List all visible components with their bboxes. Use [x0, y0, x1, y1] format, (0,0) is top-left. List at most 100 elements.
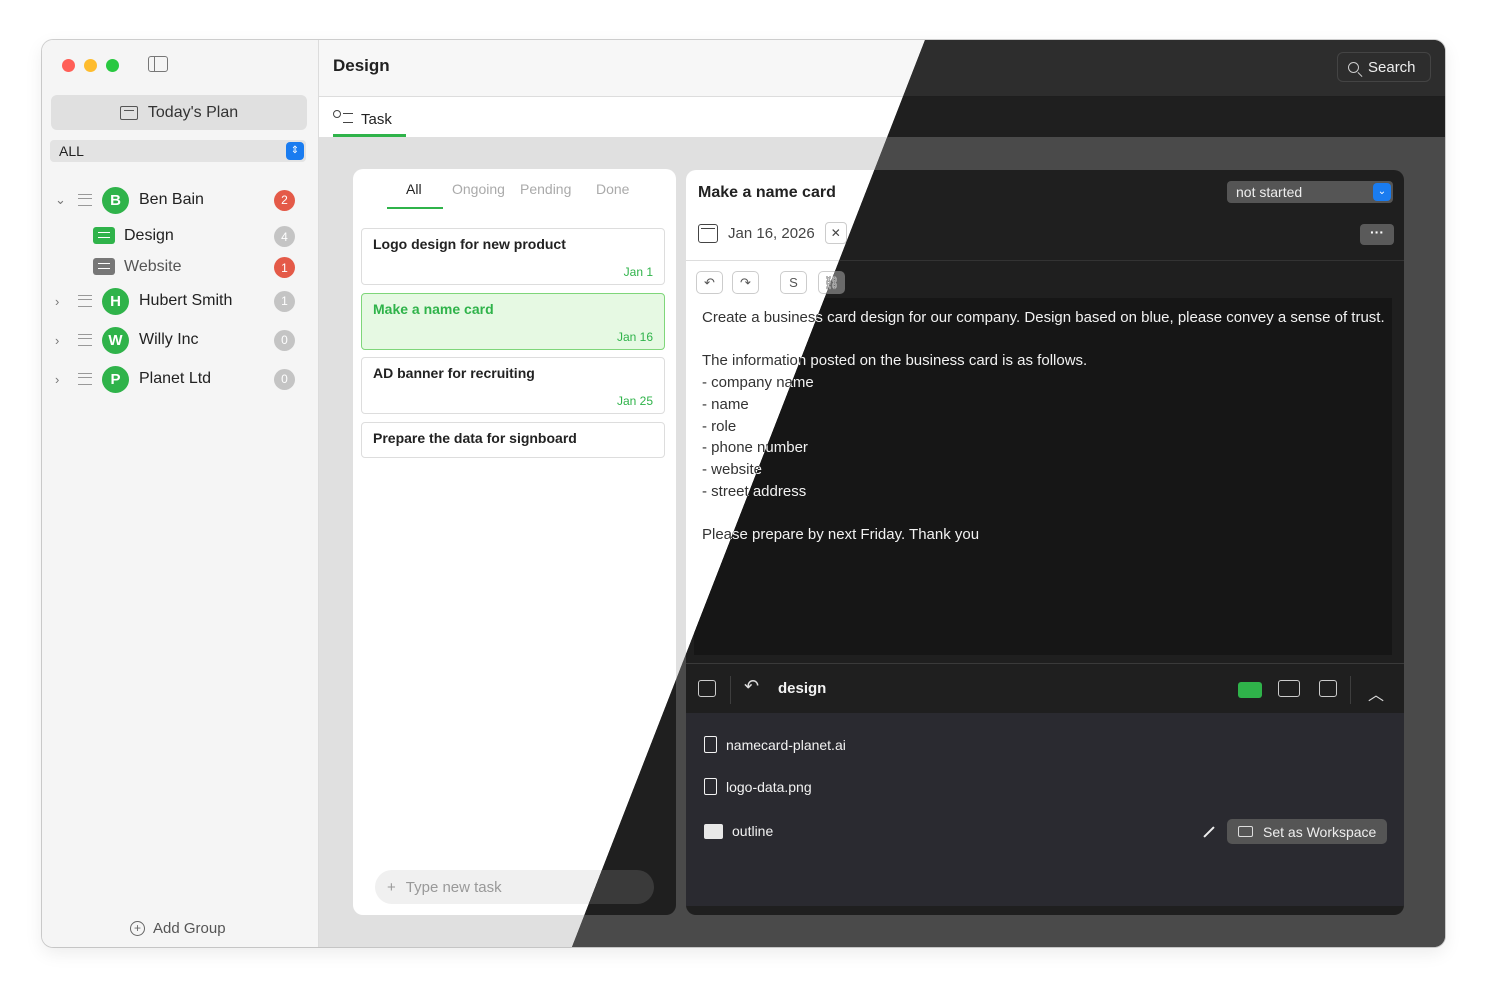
file-name: outline — [732, 823, 774, 839]
project-count-badge: 1 — [274, 257, 295, 278]
task-date: Jan 1 — [623, 265, 653, 279]
task-title: Prepare the data for signboard — [373, 430, 577, 446]
undo-button[interactable]: ↶ — [696, 271, 723, 294]
file-item[interactable]: namecard-planet.ai — [704, 736, 846, 753]
edit-pencil-icon[interactable] — [1203, 826, 1215, 838]
chevron-up-icon[interactable]: ︿ — [1368, 681, 1384, 705]
add-group-button[interactable]: + Add Group — [130, 920, 226, 937]
task-title: Make a name card — [373, 301, 494, 317]
group-filter-select[interactable]: ALL ⇕ — [50, 140, 306, 162]
status-value: not started — [1236, 184, 1303, 200]
task-list-panel: All Ongoing Pending Done Logo design for… — [353, 169, 676, 915]
sidebar-toggle-icon[interactable] — [148, 56, 168, 72]
sidebar-group-planet-ltd[interactable]: › P Planet Ltd 0 — [42, 364, 318, 394]
project-list-icon — [93, 227, 115, 244]
group-count-badge: 0 — [274, 329, 295, 351]
task-detail-title[interactable]: Make a name card — [698, 184, 836, 202]
chevron-right-icon[interactable]: › — [55, 333, 59, 348]
chevron-right-icon[interactable]: › — [55, 372, 59, 387]
task-card-selected[interactable]: Make a name card Jan 16 — [361, 293, 665, 350]
group-count-badge: 0 — [274, 368, 295, 390]
clear-date-button[interactable]: ✕ — [824, 222, 847, 244]
task-card[interactable]: AD banner for recruiting Jan 25 — [361, 357, 665, 414]
status-select[interactable]: not started ⌄ — [1227, 181, 1393, 203]
filter-tab-pending[interactable]: Pending — [520, 181, 571, 197]
filter-tab-done[interactable]: Done — [596, 181, 629, 197]
group-name: Planet Ltd — [139, 370, 212, 387]
calendar-list-icon — [119, 105, 138, 120]
open-external-icon[interactable] — [1319, 680, 1337, 697]
filter-tab-ongoing[interactable]: Ongoing — [452, 181, 505, 197]
back-arrow-icon[interactable]: ↶ — [744, 676, 759, 697]
set-workspace-button[interactable]: Set as Workspace — [1227, 819, 1387, 844]
folder-icon[interactable] — [698, 680, 716, 697]
avatar: H — [102, 287, 129, 315]
document-icon — [704, 778, 717, 795]
task-card[interactable]: Prepare the data for signboard — [361, 422, 665, 458]
tab-task[interactable]: Task — [333, 104, 406, 137]
file-name: namecard-planet.ai — [726, 736, 846, 753]
file-name: logo-data.png — [726, 778, 812, 795]
checklist-icon — [333, 110, 354, 128]
zoom-window-button[interactable] — [106, 59, 119, 72]
search-label: Search — [1368, 58, 1416, 76]
workspace-tray-icon[interactable] — [1238, 682, 1262, 698]
group-count-badge: 2 — [274, 189, 295, 211]
strikethrough-button[interactable]: S — [780, 271, 807, 294]
folder-icon — [704, 823, 723, 839]
plus-icon: + — [387, 878, 396, 896]
filter-tab-all[interactable]: All — [406, 181, 422, 197]
project-count-badge: 4 — [274, 226, 295, 247]
new-task-placeholder: Type new task — [405, 878, 502, 896]
task-filter-tabs: All Ongoing Pending Done — [353, 181, 676, 211]
plus-circle-icon: + — [130, 921, 145, 936]
separator — [1350, 676, 1351, 704]
group-filter-value: ALL — [59, 143, 84, 159]
active-tab-indicator — [387, 207, 443, 209]
todays-plan-button[interactable]: Today's Plan — [51, 95, 307, 130]
sidebar: Today's Plan ALL ⇕ ⌄ B Ben Bain 2 Design… — [42, 40, 319, 947]
avatar: P — [102, 365, 129, 393]
folder-name: design — [778, 680, 827, 697]
todays-plan-label: Today's Plan — [147, 103, 239, 121]
drag-handle-icon[interactable] — [78, 295, 92, 307]
minimize-window-button[interactable] — [84, 59, 97, 72]
calendar-icon — [698, 223, 718, 243]
task-date: Jan 16 — [616, 330, 653, 344]
tray-icon — [1238, 826, 1253, 837]
avatar: W — [102, 326, 129, 354]
search-button[interactable]: Search — [1337, 52, 1431, 82]
page-title: Design — [333, 56, 390, 75]
drag-handle-icon[interactable] — [78, 373, 92, 385]
sidebar-project-design[interactable]: Design 4 — [42, 224, 318, 250]
avatar: B — [102, 186, 129, 214]
group-name: Willy Inc — [139, 331, 199, 348]
group-name: Ben Bain — [139, 191, 204, 208]
task-title: Logo design for new product — [373, 236, 566, 252]
redo-button[interactable]: ↷ — [732, 271, 759, 294]
due-date-row[interactable]: Jan 16, 2026 ✕ — [698, 222, 847, 244]
sidebar-group-willy-inc[interactable]: › W Willy Inc 0 — [42, 325, 318, 355]
sidebar-group-ben-bain[interactable]: ⌄ B Ben Bain 2 — [42, 185, 318, 215]
tab-task-label: Task — [361, 110, 392, 128]
set-workspace-label: Set as Workspace — [1263, 823, 1377, 840]
sidebar-group-hubert-smith[interactable]: › H Hubert Smith 1 — [42, 286, 318, 316]
chevron-down-icon[interactable]: ⌄ — [55, 192, 66, 208]
drag-handle-icon[interactable] — [78, 194, 92, 206]
sidebar-project-website[interactable]: Website 1 — [42, 255, 318, 281]
add-group-label: Add Group — [153, 920, 226, 937]
document-icon — [704, 736, 717, 753]
due-date[interactable]: Jan 16, 2026 — [728, 225, 815, 242]
chevron-down-icon: ⌄ — [1373, 183, 1391, 201]
app-window: Today's Plan ALL ⇕ ⌄ B Ben Bain 2 Design… — [42, 40, 1445, 947]
folder-item[interactable]: outline — [704, 823, 773, 839]
chevron-right-icon[interactable]: › — [55, 294, 59, 309]
file-item[interactable]: logo-data.png — [704, 778, 812, 795]
more-options-button[interactable]: ··· — [1360, 224, 1394, 245]
search-icon — [1348, 61, 1359, 73]
task-card[interactable]: Logo design for new product Jan 1 — [361, 228, 665, 285]
close-window-button[interactable] — [62, 59, 75, 72]
add-folder-icon[interactable] — [1278, 680, 1300, 697]
drag-handle-icon[interactable] — [78, 334, 92, 346]
file-list: namecard-planet.ai logo-data.png outline… — [686, 713, 1404, 906]
